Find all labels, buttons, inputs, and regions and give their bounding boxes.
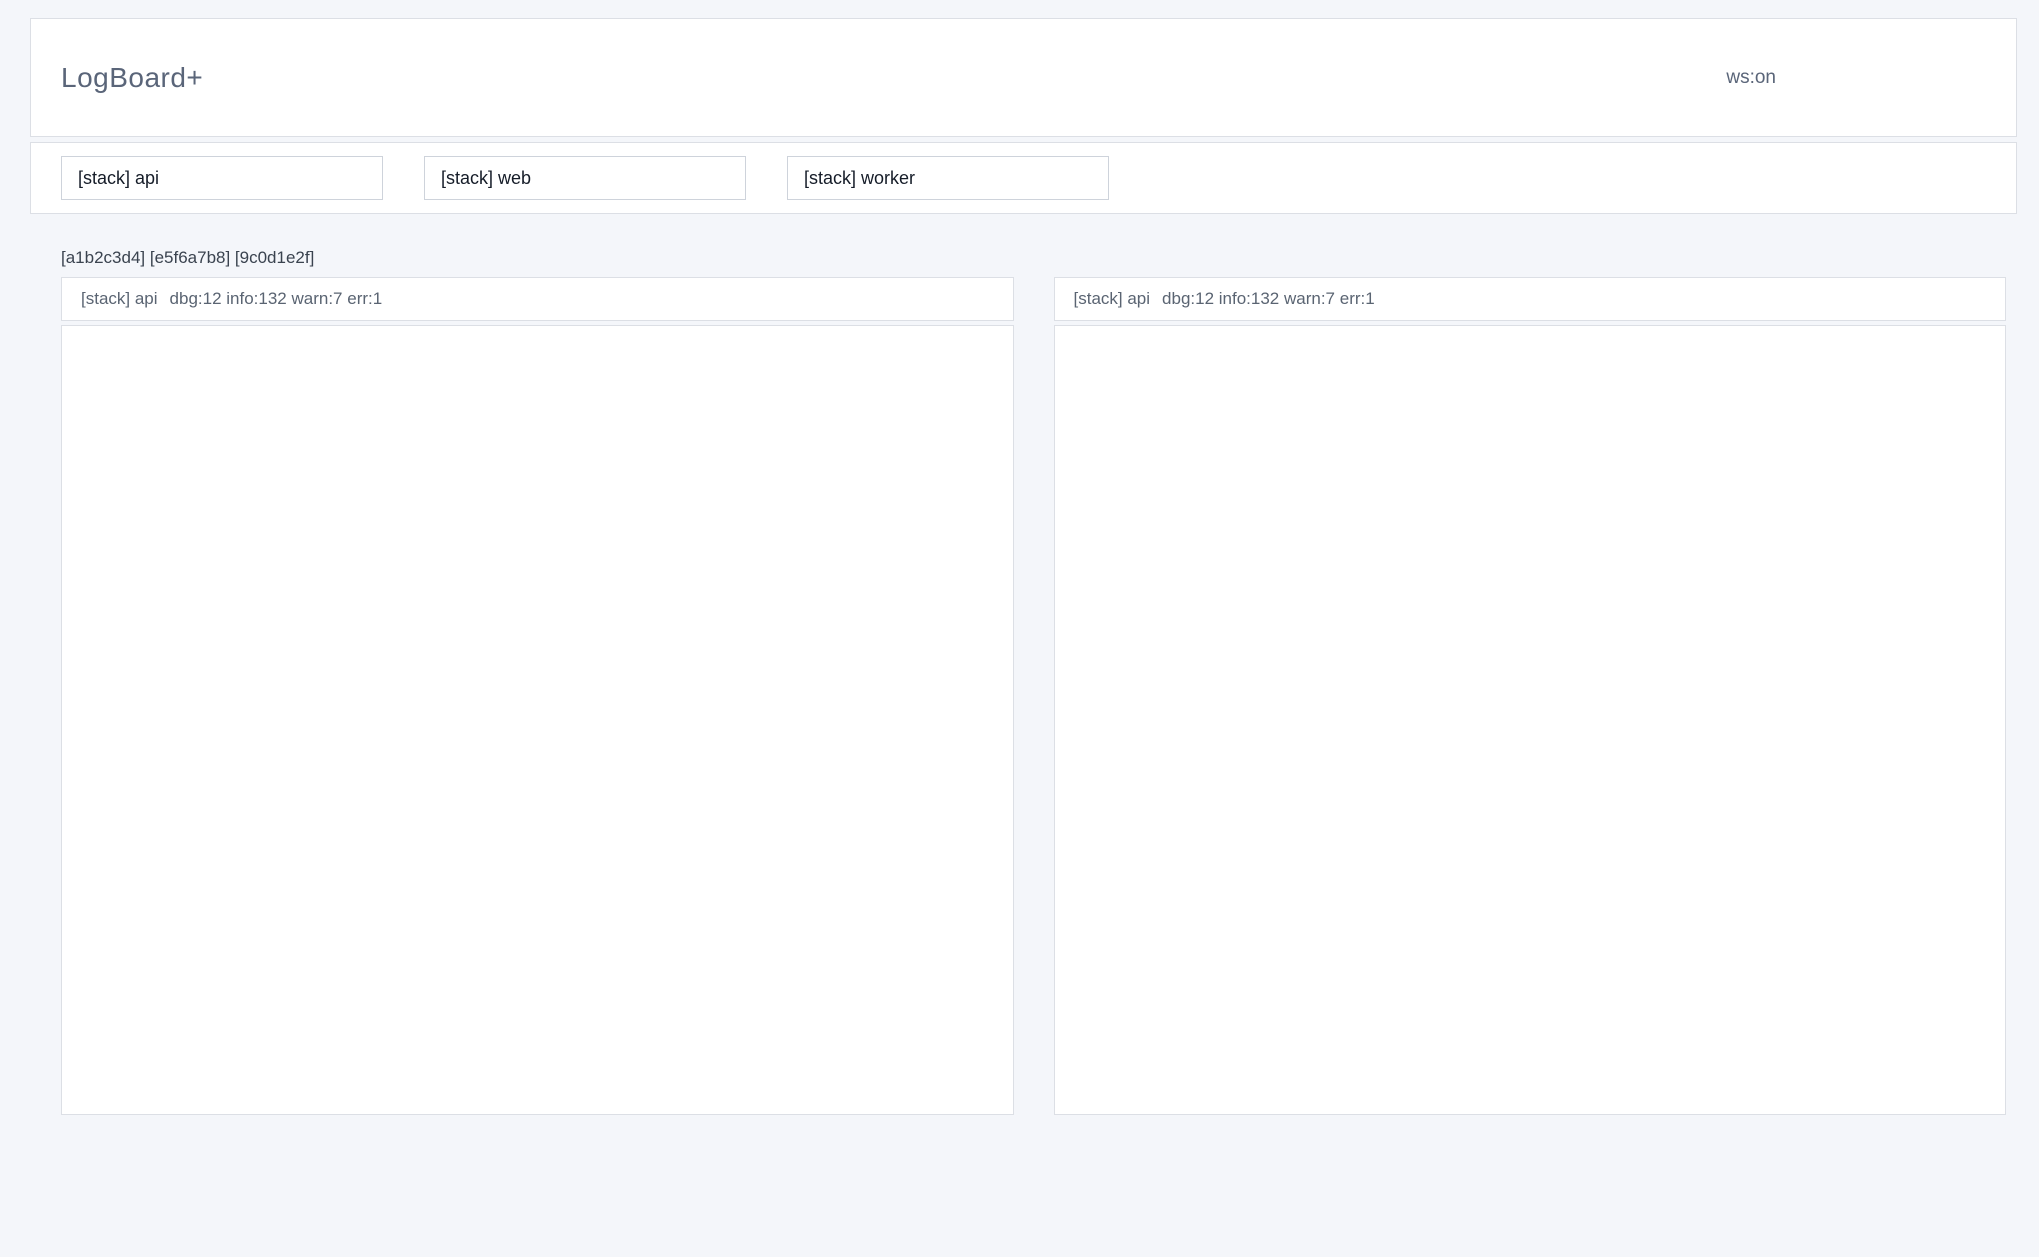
filter-input-api[interactable] [61,156,383,200]
log-panel-body[interactable] [61,325,1014,1115]
log-panel-left: [stack] api dbg:12 info:132 warn:7 err:1 [61,277,1014,1115]
filter-input-web[interactable] [424,156,746,200]
filter-bar [30,142,2017,214]
ws-status-badge: ws:on [1726,67,1776,89]
log-panel-header: [stack] api dbg:12 info:132 warn:7 err:1 [61,277,1014,321]
log-panel-counts: dbg:12 info:132 warn:7 err:1 [170,289,383,309]
breadcrumb: [a1b2c3d4] [e5f6a7b8] [9c0d1e2f] [61,248,2006,268]
log-panel-counts: dbg:12 info:132 warn:7 err:1 [1162,289,1375,309]
app-header: LogBoard+ ws:on [30,18,2017,137]
log-panel-body[interactable] [1054,325,2007,1115]
log-panel-header: [stack] api dbg:12 info:132 warn:7 err:1 [1054,277,2007,321]
log-panel-right: [stack] api dbg:12 info:132 warn:7 err:1 [1054,277,2007,1115]
log-panel-title: [stack] api [81,289,158,309]
log-panels-grid: [stack] api dbg:12 info:132 warn:7 err:1… [61,277,2006,1115]
log-panel-title: [stack] api [1074,289,1151,309]
app-title: LogBoard+ [61,62,203,94]
filter-input-worker[interactable] [787,156,1109,200]
